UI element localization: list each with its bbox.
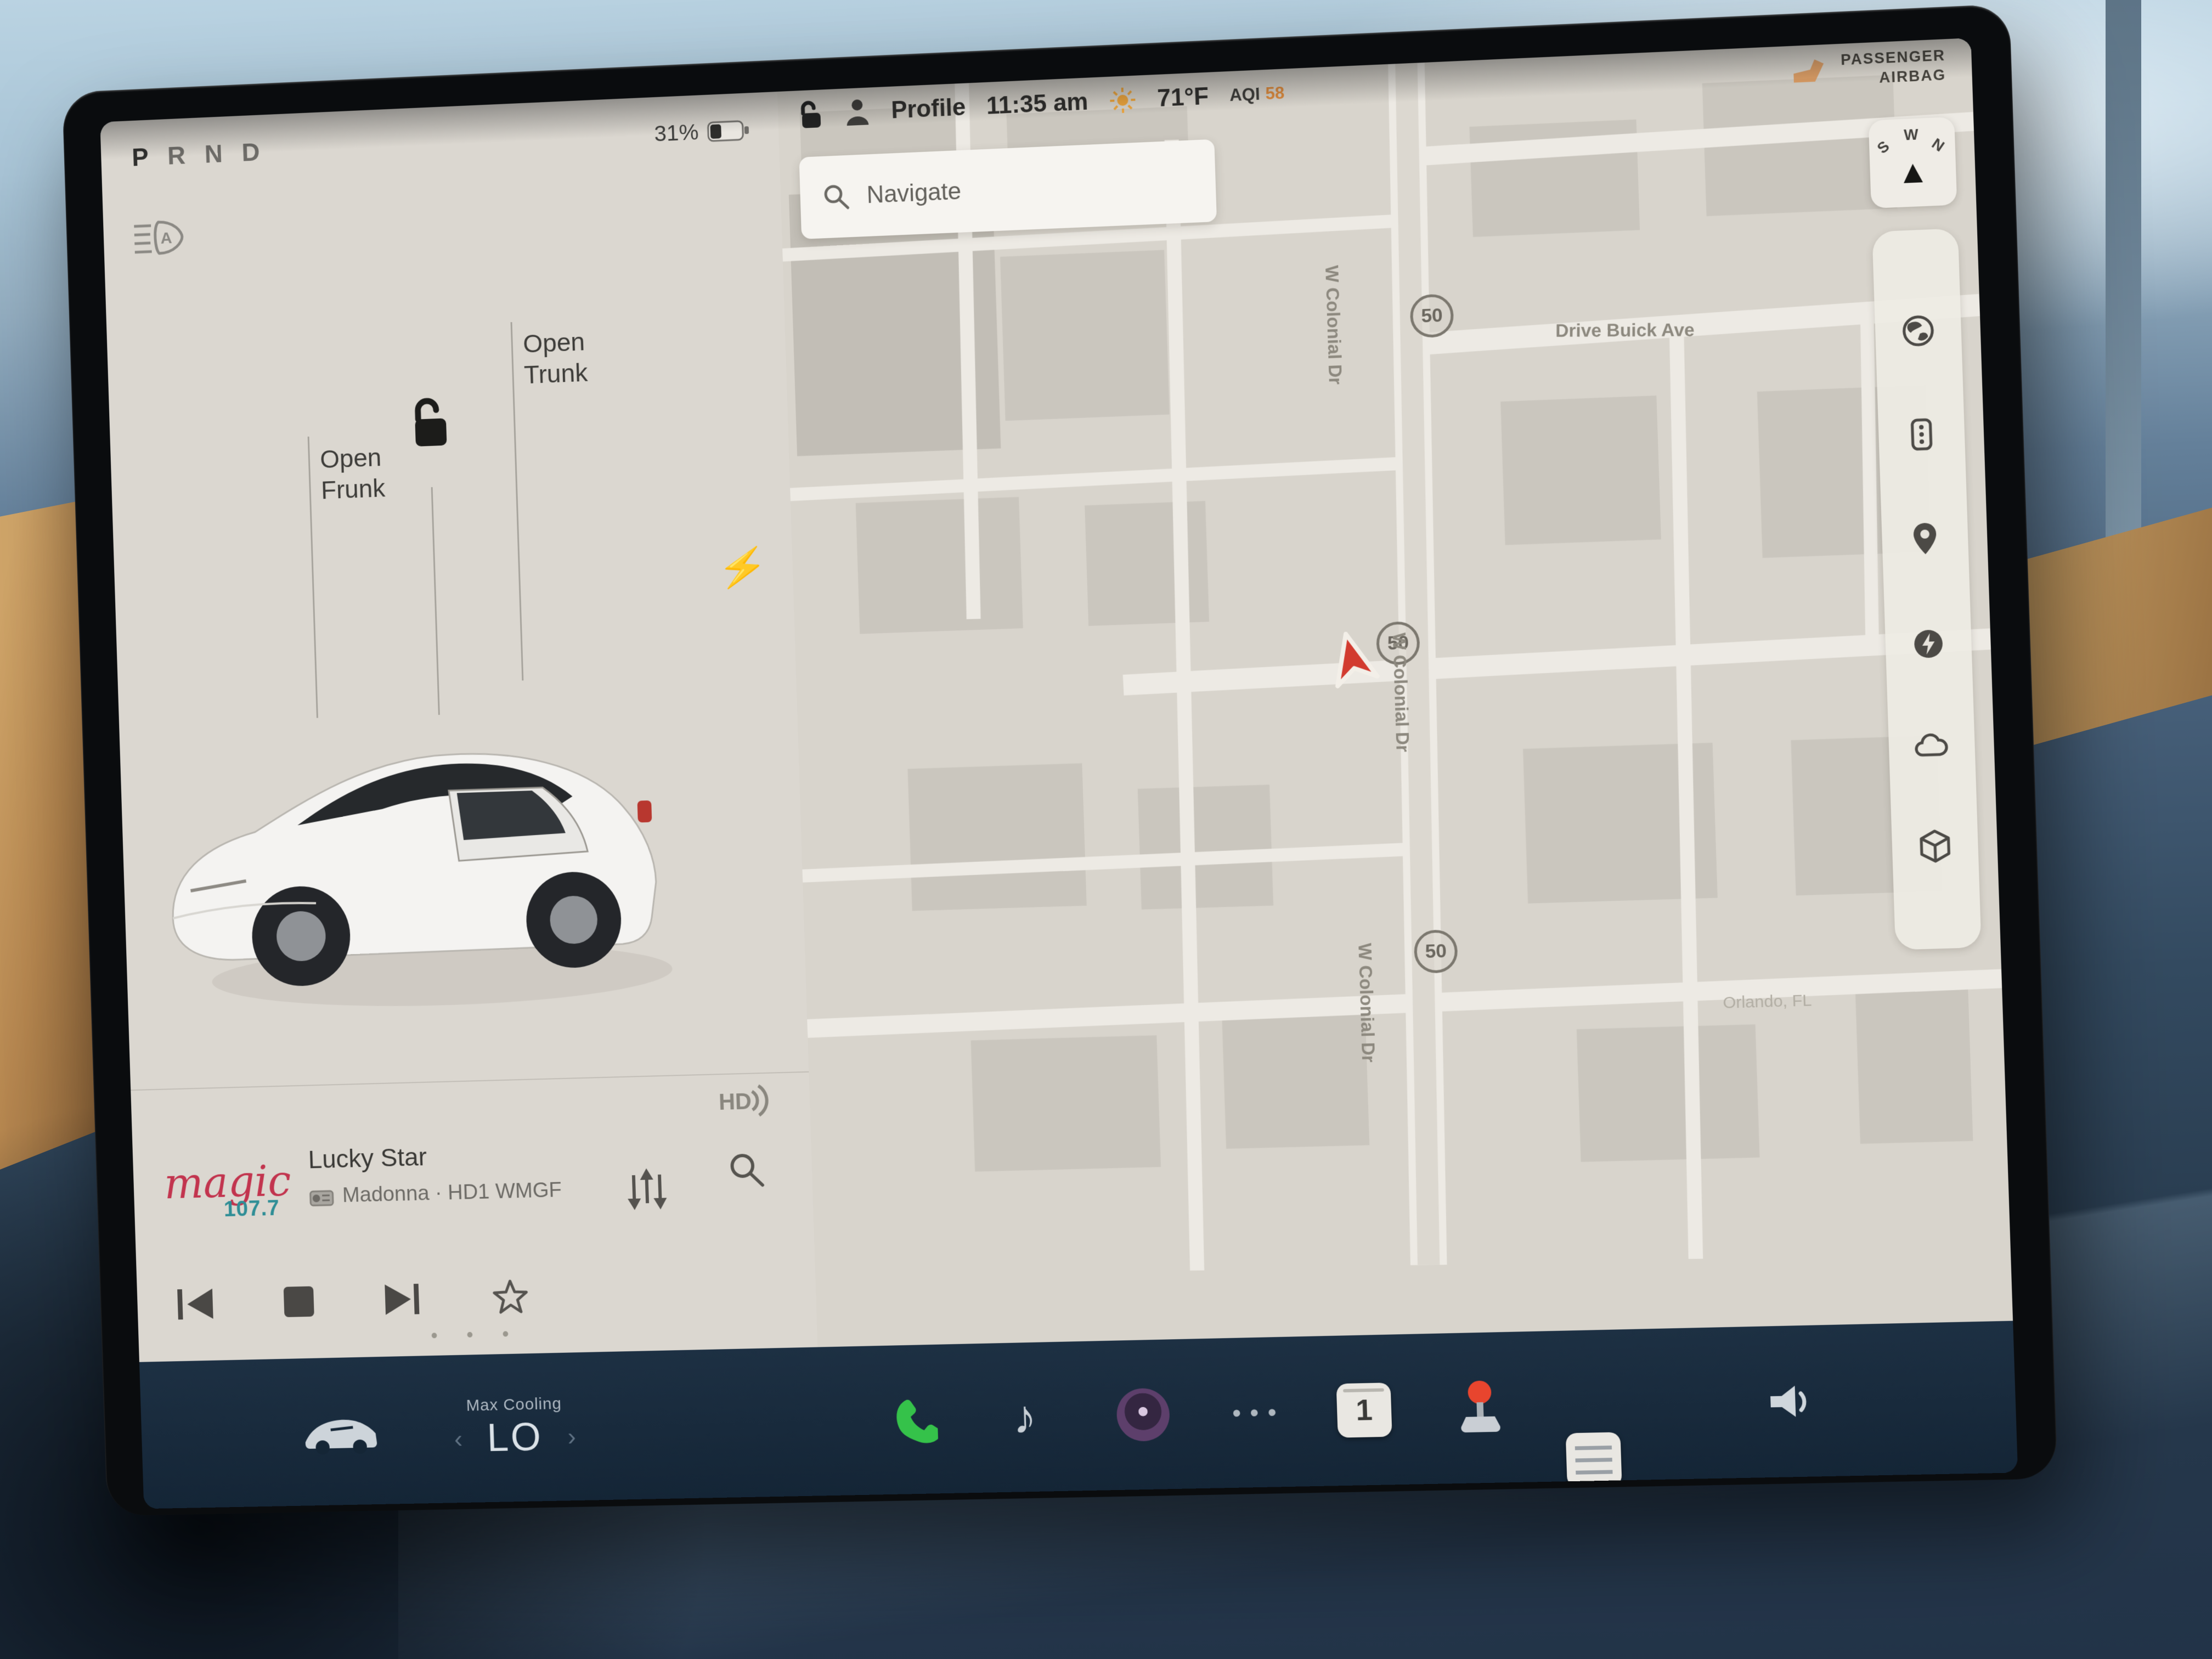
arcade-joystick-icon[interactable]	[1453, 1379, 1508, 1437]
phone-icon[interactable]	[887, 1394, 938, 1446]
svg-text:HD: HD	[718, 1088, 752, 1115]
track-subtitle-row: Madonna · HD1 WMGF	[309, 1178, 562, 1208]
battery-percent: 31%	[654, 119, 699, 146]
compass-widget[interactable]: S W N ▲	[1869, 117, 1957, 208]
profile-label[interactable]: Profile	[891, 94, 967, 125]
stop-button[interactable]	[283, 1285, 315, 1318]
cube-3d-icon[interactable]	[1917, 828, 1953, 866]
city-label: Orlando, FL	[1723, 991, 1812, 1013]
open-trunk-button[interactable]: Open Trunk	[522, 325, 588, 390]
car-settings-icon[interactable]	[300, 1407, 381, 1455]
charge-port-flash-icon[interactable]: ⚡	[716, 543, 770, 594]
climate-control[interactable]: Max Cooling ‹ LO ›	[453, 1395, 576, 1461]
compass-w: W	[1904, 126, 1918, 144]
aqi-value: 58	[1265, 83, 1285, 104]
equalizer-sliders-icon[interactable]	[626, 1168, 668, 1210]
cloud-icon[interactable]	[1912, 730, 1951, 760]
route-number: 50	[1421, 304, 1443, 328]
media-search-icon[interactable]	[727, 1150, 767, 1190]
next-track-button[interactable]	[382, 1280, 423, 1318]
battery-status: 31%	[654, 117, 751, 146]
favorite-star-button[interactable]	[490, 1277, 531, 1316]
street-label-buick: Drive Buick Ave	[1555, 319, 1695, 341]
gear-neutral[interactable]: N	[204, 138, 224, 169]
auto-headlight-icon[interactable]: A	[131, 216, 187, 260]
pin-icon[interactable]	[1907, 520, 1943, 558]
unlocked-icon[interactable]	[796, 98, 824, 130]
car-render	[132, 617, 777, 1049]
profile-icon	[844, 97, 871, 127]
temp-setpoint[interactable]: LO	[486, 1415, 543, 1460]
notes-lines	[1575, 1446, 1613, 1475]
route-number: 50	[1425, 940, 1447, 963]
route-options-icon[interactable]	[1904, 416, 1940, 452]
radio-icon	[309, 1186, 334, 1207]
station-logo[interactable]: magic 107.7	[161, 1162, 295, 1223]
track-title: Lucky Star	[308, 1141, 427, 1174]
street-label-colonial-mid: W Colonial Dr	[1389, 633, 1413, 753]
photo-scene: P R N D 31%	[0, 0, 2212, 1659]
track-artist: Madonna · HD1 WMGF	[342, 1178, 562, 1207]
more-apps-icon[interactable]: •••	[1232, 1397, 1286, 1427]
temp-up-chevron[interactable]: ›	[567, 1421, 577, 1451]
street-label-colonial-top: W Colonial Dr	[1321, 265, 1346, 385]
street-label-colonial-bottom: W Colonial Dr	[1354, 943, 1379, 1063]
clock: 11:35 am	[986, 88, 1088, 120]
open-frunk-word1: Open	[319, 441, 385, 475]
previous-track-button[interactable]	[175, 1285, 216, 1323]
navigate-placeholder: Navigate	[866, 178, 962, 209]
open-frunk-word2: Frunk	[320, 472, 386, 506]
air-quality-badge: AQI 58	[1229, 83, 1285, 106]
windshield-edge	[2106, 0, 2141, 614]
battery-icon	[707, 118, 751, 144]
open-trunk-word1: Open	[522, 325, 587, 359]
transport-controls	[175, 1275, 641, 1324]
vehicle-status-panel: P R N D 31%	[100, 92, 817, 1362]
map-panel[interactable]: Profile 11:35 am 71°F	[777, 38, 2013, 1347]
music-note-icon[interactable]: ♪	[1012, 1390, 1037, 1444]
gear-park[interactable]: P	[131, 142, 150, 172]
climate-mode-label: Max Cooling	[453, 1395, 575, 1415]
earth-icon[interactable]	[1900, 313, 1937, 348]
outside-temperature: 71°F	[1157, 83, 1209, 112]
passenger-airbag-notice: PASSENGER AIRBAG	[1841, 46, 1946, 89]
navigate-search-input[interactable]: Navigate	[799, 139, 1217, 239]
unlock-icon[interactable]	[404, 393, 458, 451]
gear-reverse[interactable]: R	[167, 140, 187, 171]
svg-text:A: A	[160, 229, 172, 247]
media-player-card: HD magic 107.7 Lucky Star	[131, 1071, 817, 1362]
supercharger-icon[interactable]	[1910, 626, 1946, 662]
open-frunk-button[interactable]: Open Frunk	[319, 441, 385, 506]
gear-drive[interactable]: D	[241, 137, 262, 167]
search-icon	[822, 182, 851, 212]
compass-arrow: ▲	[1870, 151, 1957, 193]
tesla-touchscreen: P R N D 31%	[62, 4, 2058, 1516]
calendar-day: 1	[1336, 1383, 1392, 1438]
notes-app-icon[interactable]	[1566, 1432, 1622, 1487]
gear-indicator: P R N D	[131, 137, 261, 172]
calendar-icon[interactable]: 1	[1336, 1383, 1392, 1438]
aqi-label: AQI	[1229, 84, 1261, 106]
temp-down-chevron[interactable]: ‹	[454, 1424, 463, 1454]
open-trunk-word2: Trunk	[523, 357, 588, 390]
dashboard-wood-trim-right	[2022, 507, 2212, 748]
volume-icon[interactable]	[1765, 1380, 1821, 1423]
sun-icon	[1109, 86, 1137, 115]
hd-radio-icon: HD	[718, 1083, 776, 1119]
app-icon-purple[interactable]	[1116, 1388, 1170, 1442]
screen: P R N D 31%	[100, 38, 2018, 1509]
